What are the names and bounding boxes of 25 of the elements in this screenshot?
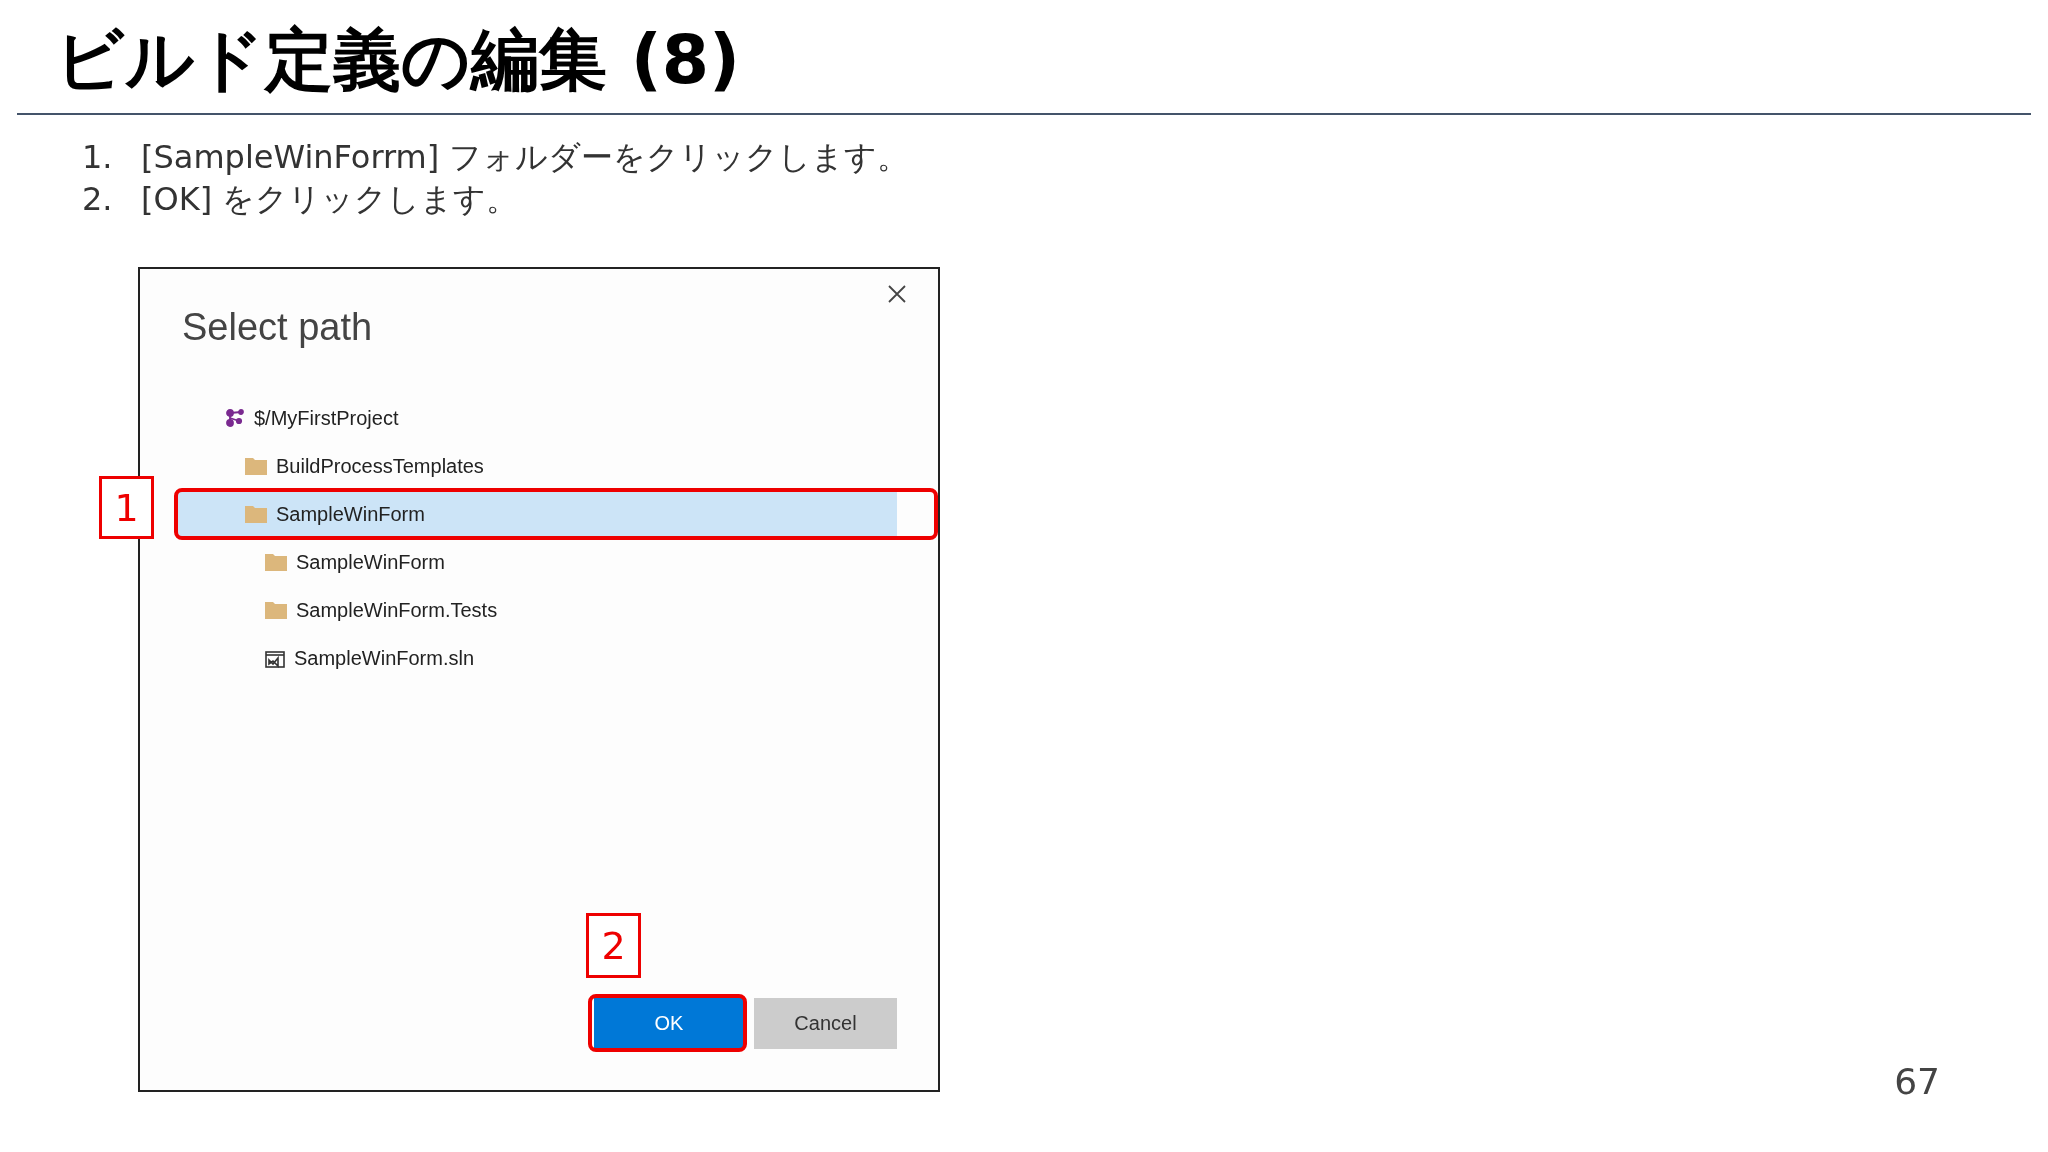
folder-icon — [265, 601, 287, 619]
solution-file-icon — [265, 648, 285, 668]
folder-icon — [265, 553, 287, 571]
close-button[interactable] — [888, 285, 906, 303]
cancel-button[interactable]: Cancel — [754, 998, 897, 1049]
folder-icon — [245, 457, 267, 475]
page-number: 67 — [1894, 1061, 1940, 1102]
tree-item[interactable]: SampleWinForm.Tests — [178, 588, 897, 632]
tree-item[interactable]: BuildProcessTemplates — [178, 444, 897, 488]
ok-button[interactable]: OK — [594, 998, 744, 1049]
folder-icon — [245, 505, 267, 523]
tree-item[interactable]: $/MyFirstProject — [178, 396, 897, 440]
dialog-title: Select path — [182, 305, 373, 350]
step-text: [SampleWinForrm] フォルダーをクリックします。 — [141, 137, 910, 178]
step-number: 1. — [82, 137, 114, 178]
slide-title: ビルド定義の編集 (8) — [55, 19, 741, 101]
branch-nodes-icon — [225, 409, 245, 427]
step-number: 2. — [82, 179, 114, 220]
close-icon — [888, 285, 906, 303]
tree-item[interactable]: SampleWinForm.sln — [178, 636, 897, 680]
step-text: [OK] をクリックします。 — [141, 179, 519, 220]
tree-item[interactable]: SampleWinForm — [178, 540, 897, 584]
step-number: 2 — [586, 913, 641, 978]
tree-item[interactable]: SampleWinForm — [178, 492, 897, 536]
step-number: 1 — [99, 476, 154, 539]
